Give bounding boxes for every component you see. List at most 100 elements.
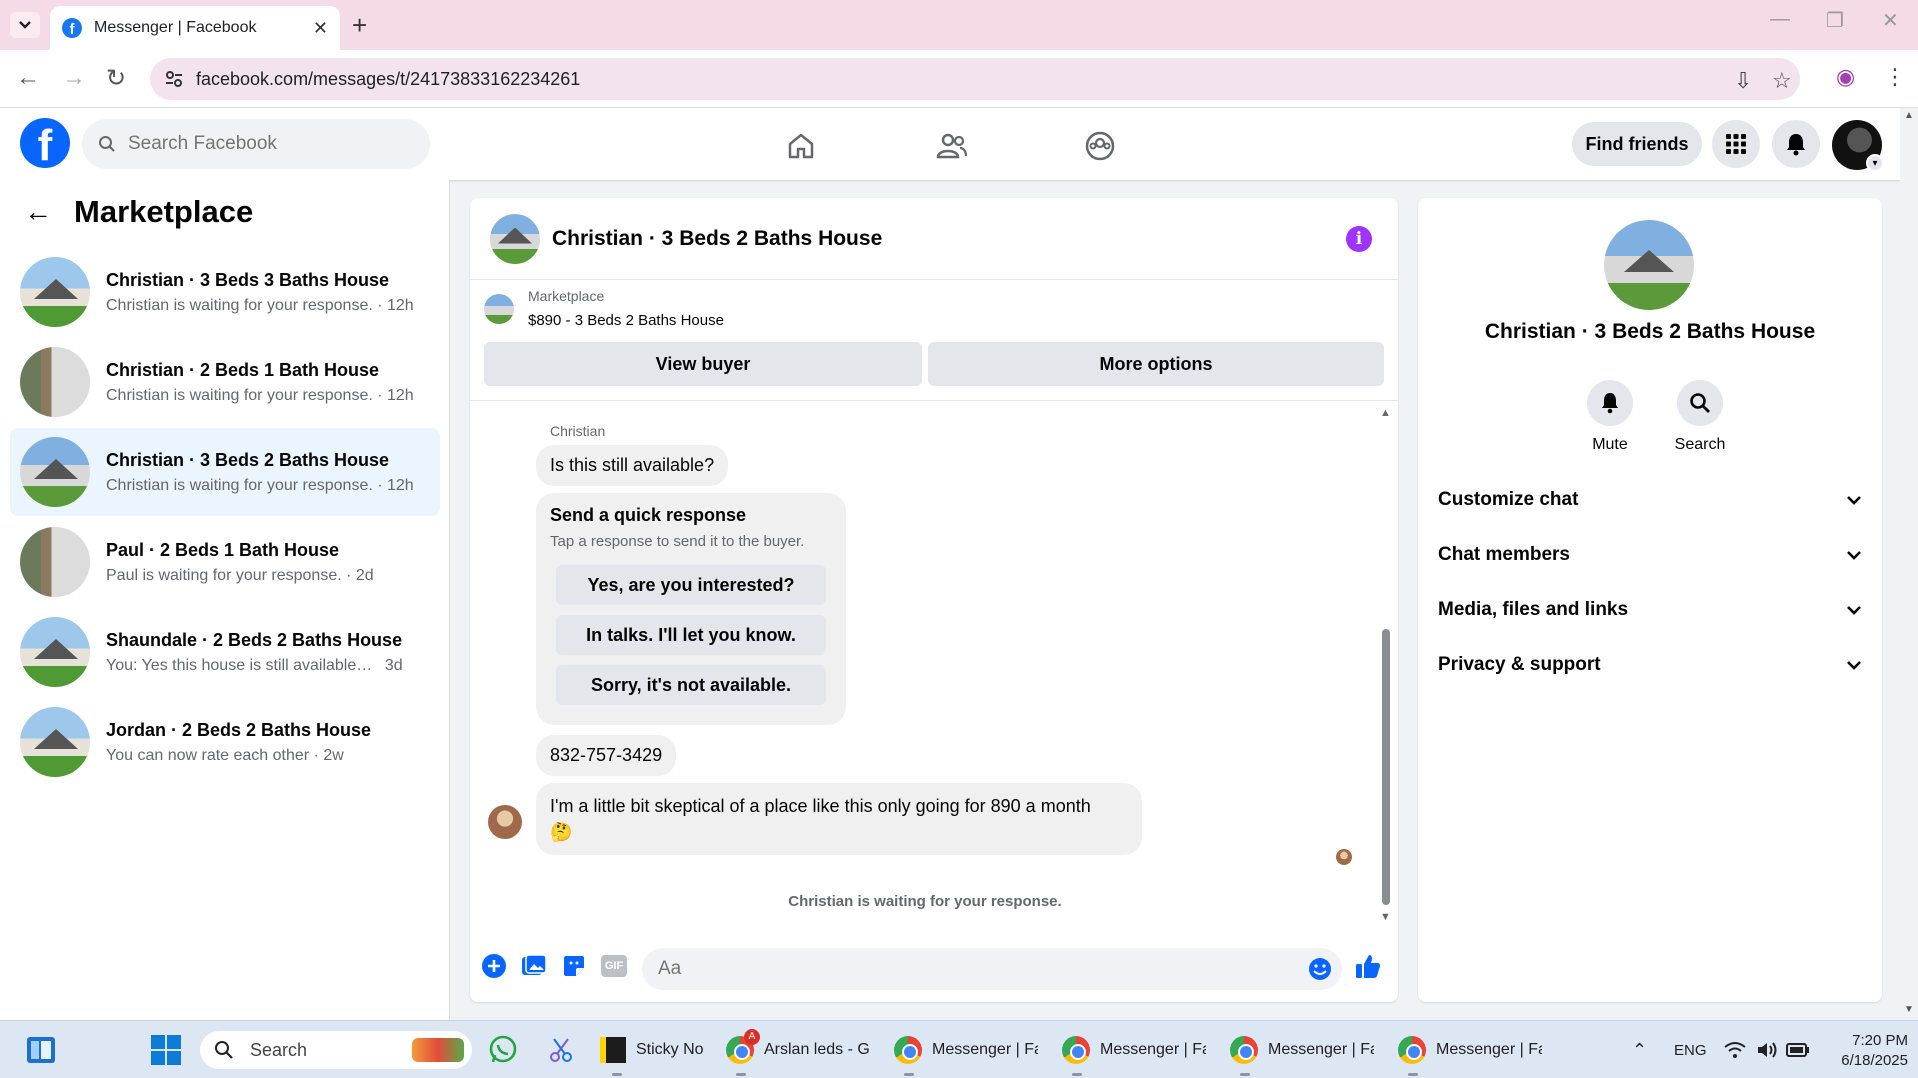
window-close-icon[interactable]: ✕ [1882,8,1899,33]
running-indicator [612,1073,622,1076]
start-windows-icon[interactable] [150,1021,182,1078]
groups-icon[interactable] [1080,126,1120,166]
conversation-item[interactable]: Christian · 3 Beds 3 Baths House Christi… [10,248,440,336]
waiting-note: Christian is waiting for your response. [788,893,1062,910]
profile-icon[interactable]: ◉ [1836,64,1855,90]
taskbar-search[interactable]: Search [200,1031,472,1069]
conversation-item[interactable]: Paul · 2 Beds 1 Bath House Paul is waiti… [10,518,440,606]
taskbar-app-messenger-3[interactable]: Messenger | Fa [1230,1021,1374,1078]
taskbar-app-chrome-arslan[interactable]: A Arslan leds - Gc [726,1021,870,1078]
reload-icon[interactable]: ↻ [106,64,126,93]
bookmark-star-icon[interactable]: ☆ [1772,68,1792,94]
widgets-icon[interactable] [26,1021,56,1078]
conversation-name: Christian · 3 Beds 3 Baths House [106,269,390,290]
page-scrollbar[interactable]: ▲ ▼ [1900,108,1918,1020]
gif-icon[interactable]: GIF [600,952,628,980]
menu-grid-icon[interactable] [1712,120,1760,168]
show-hidden-icons-chevron-up-icon[interactable]: ⌃ [1632,1021,1647,1078]
running-indicator [1072,1073,1082,1076]
wifi-icon[interactable] [1724,1021,1746,1078]
message-input[interactable] [658,958,1258,980]
section-label: Media, files and links [1438,599,1629,620]
whatsapp-icon[interactable] [488,1021,518,1078]
battery-icon[interactable] [1786,1021,1810,1078]
install-app-icon[interactable]: ⇩ [1734,68,1752,94]
more-options-button[interactable]: More options [928,342,1384,386]
facebook-search[interactable] [82,119,430,169]
conversation-details-panel: Christian · 3 Beds 2 Baths House Mute Se… [1418,198,1882,1002]
address-bar[interactable]: facebook.com/messages/t/2417383316223426… [150,58,1800,100]
home-icon[interactable] [781,126,821,166]
scroll-down-arrow-icon[interactable]: ▼ [1380,911,1391,923]
browser-menu-icon[interactable]: ⋮ [1884,64,1906,90]
friends-icon[interactable] [931,126,971,166]
tab-search-button[interactable] [10,12,40,38]
conversation-item[interactable]: Shaundale · 2 Beds 2 Baths House You: Ye… [10,608,440,696]
conversation-item[interactable]: Jordan · 2 Beds 2 Baths House You can no… [10,698,440,786]
privacy-support-section[interactable]: Privacy & support [1438,645,1862,685]
chevron-down-icon [19,21,31,29]
minimize-icon[interactable]: — [1770,8,1790,31]
back-icon[interactable]: ← [16,64,40,92]
quick-response-option[interactable]: Yes, are you interested? [556,565,826,605]
running-indicator [736,1073,746,1076]
snipping-tool-icon[interactable] [546,1021,576,1078]
forward-icon[interactable]: → [62,64,86,92]
sticker-icon[interactable] [560,952,588,980]
quick-response-option[interactable]: In talks. I'll let you know. [556,615,826,655]
chat-thumbnail[interactable] [490,213,540,264]
scroll-up-arrow-icon[interactable]: ▲ [1904,110,1914,121]
media-files-links-section[interactable]: Media, files and links [1438,590,1862,630]
facebook-logo-icon[interactable]: f [20,118,70,168]
attach-photo-icon[interactable] [520,952,548,980]
add-more-icon[interactable] [480,952,508,980]
chat-members-section[interactable]: Chat members [1438,535,1862,575]
info-icon[interactable]: i [1346,226,1372,252]
message-input-box[interactable] [642,948,1342,990]
customize-chat-section[interactable]: Customize chat [1438,480,1862,520]
sender-avatar[interactable] [488,805,522,839]
listing-detail: $890 - 3 Beds 2 Baths House [528,312,724,329]
site-settings-icon[interactable] [164,69,184,89]
clock-time: 7:20 PM [1852,1032,1908,1049]
conversation-item[interactable]: Christian · 2 Beds 1 Bath House Christia… [10,338,440,426]
account-avatar[interactable]: ▾ [1832,120,1884,172]
mute-button[interactable]: Mute [1570,380,1650,454]
chevron-down-icon [1847,661,1861,670]
listing-card[interactable]: Marketplace $890 - 3 Beds 2 Baths House [484,288,724,329]
scroll-down-arrow-icon[interactable]: ▼ [1904,1004,1914,1015]
view-buyer-button[interactable]: View buyer [484,342,922,386]
search-in-chat-button[interactable]: Search [1660,380,1740,454]
taskbar-app-messenger-1[interactable]: Messenger | Fa [894,1021,1038,1078]
taskbar-app-sticky-notes[interactable]: Sticky No [600,1021,704,1078]
find-friends-button[interactable]: Find friends [1572,122,1702,166]
marketplace-sidebar: ← Marketplace Christian · 3 Beds 3 Baths… [0,180,450,1020]
conversation-preview: Christian is waiting for your response. [106,386,373,404]
chat-scrollbar[interactable]: ▲ ▼ [1380,407,1392,927]
scroll-up-arrow-icon[interactable]: ▲ [1380,407,1391,419]
listing-thumbnail [484,294,514,324]
emoji-icon[interactable] [1308,957,1332,981]
volume-icon[interactable] [1756,1021,1778,1078]
facebook-search-input[interactable] [128,133,408,155]
scrollbar-thumb[interactable] [1382,629,1390,905]
back-arrow-icon[interactable]: ← [24,196,52,228]
taskbar-app-messenger-2[interactable]: Messenger | Fa [1062,1021,1206,1078]
notifications-bell-icon[interactable] [1772,120,1820,168]
message-composer: GIF [470,938,1398,998]
like-thumb-icon[interactable] [1354,952,1382,980]
thinking-emoji-icon: 🤔 [550,822,573,842]
conversation-item-active[interactable]: Christian · 3 Beds 2 Baths House Christi… [10,428,440,516]
quick-response-option[interactable]: Sorry, it's not available. [556,665,826,705]
mute-bell-icon [1587,380,1633,426]
new-tab-icon[interactable]: + [352,10,367,41]
conversation-time: 2d [355,566,374,584]
chat-title[interactable]: Christian · 3 Beds 2 Baths House [552,227,882,251]
chevron-down-icon [1847,606,1861,615]
restore-icon[interactable]: ❐ [1826,8,1844,33]
browser-tab[interactable]: f Messenger | Facebook ✕ [50,6,340,50]
language-indicator[interactable]: ENG [1674,1021,1707,1078]
close-tab-icon[interactable]: ✕ [313,18,328,39]
taskbar-app-messenger-4[interactable]: Messenger | Fa [1398,1021,1542,1078]
system-clock[interactable]: 7:20 PM 6/18/2025 [1820,1031,1908,1071]
